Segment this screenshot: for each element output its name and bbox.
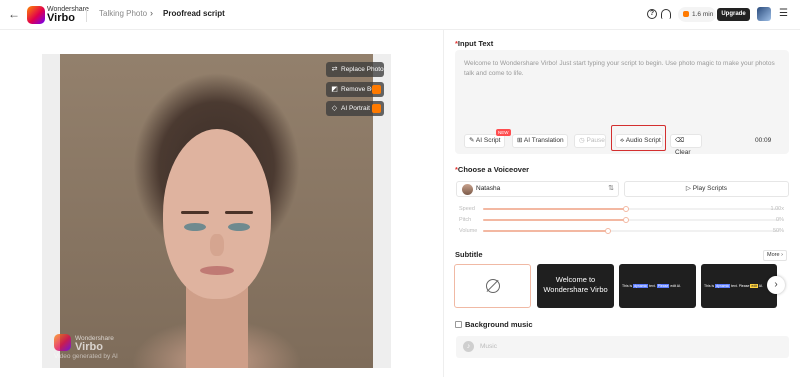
ai-script-icon: ✎	[469, 137, 476, 144]
music-note-icon: ♪	[463, 341, 474, 352]
music-placeholder: Music	[480, 343, 497, 350]
premium-badge-icon	[372, 104, 381, 113]
play-icon: ▷	[685, 185, 693, 192]
new-badge: NEW	[496, 129, 511, 136]
background-music-checkbox[interactable]	[455, 321, 462, 328]
subtitle-more-button[interactable]: More ›	[763, 250, 787, 261]
pause-button[interactable]: ◷ Pause	[574, 134, 606, 148]
photo-left-eye	[184, 223, 206, 231]
speed-slider-fill	[483, 208, 626, 210]
replace-icon: ⇄	[331, 66, 338, 73]
user-avatar[interactable]	[757, 7, 771, 21]
ai-portrait-icon: ◇	[331, 105, 338, 112]
script-duration: 00:09	[755, 137, 772, 144]
volume-slider[interactable]	[483, 228, 780, 234]
subtitle-style-welcome[interactable]: Welcome to Wondershare Virbo	[537, 264, 614, 308]
breadcrumb-current: Proofread script	[163, 9, 225, 18]
audio-script-highlight	[611, 125, 666, 151]
eraser-icon: ⌫	[675, 137, 685, 144]
volume-value: 50%	[772, 228, 784, 234]
top-bar: ← Wondershare Virbo Talking Photo › Proo…	[0, 0, 800, 30]
premium-badge-icon	[372, 85, 381, 94]
volume-slider-fill	[483, 230, 608, 232]
headset-icon[interactable]	[661, 9, 671, 19]
clear-button[interactable]: ⌫ Clear	[670, 134, 702, 156]
subtitle-style-welcome-text: Welcome to Wondershare Virbo	[543, 275, 608, 294]
photo-right-brow	[225, 211, 253, 214]
panel-divider	[443, 30, 444, 377]
header-divider	[86, 8, 87, 22]
music-selector[interactable]: ♪ Music	[456, 336, 789, 358]
speed-label: Speed	[459, 206, 475, 212]
logo-brand-name: Virbo	[47, 12, 75, 24]
help-circle-icon[interactable]: ?	[647, 9, 657, 19]
replace-photo-button[interactable]: ⇄ Replace Photo	[326, 62, 384, 77]
watermark-generated-text: Video generated by AI	[54, 353, 118, 360]
minutes-icon	[683, 11, 689, 18]
watermark-logo-icon	[54, 334, 71, 351]
volume-slider-handle[interactable]	[604, 228, 611, 234]
speed-slider-handle[interactable]	[622, 206, 629, 212]
remove-bg-icon: ◩	[331, 86, 338, 93]
volume-label: Volume	[459, 228, 478, 234]
upgrade-button[interactable]: Upgrade	[717, 8, 750, 21]
voice-selector[interactable]: Natasha ⇅	[456, 181, 619, 197]
remove-bg-button[interactable]: ◩ Remove BG	[326, 82, 384, 97]
background-music-label: Background music	[465, 320, 533, 329]
subtitle-title: Subtitle	[455, 250, 483, 259]
subtitle-style-dynamic-2[interactable]: This is dynamic text. Please edit AI.	[701, 264, 777, 308]
replace-photo-label: Replace Photo	[341, 66, 384, 73]
pitch-value: 0%	[776, 217, 784, 223]
breadcrumb-talking-photo[interactable]: Talking Photo	[99, 9, 147, 18]
pitch-label: Pitch	[459, 217, 472, 223]
script-text[interactable]: Welcome to Wondershare Virbo! Just start…	[464, 59, 782, 79]
subtitle-style-dynamic-1-text: This is dynamic text. Please edit AI.	[622, 284, 682, 288]
ai-portrait-button[interactable]: ◇ AI Portrait	[326, 101, 384, 116]
minutes-balance: 1.6 min	[678, 7, 716, 22]
swap-voice-icon[interactable]: ⇅	[608, 184, 614, 192]
photo-nose	[210, 234, 224, 256]
voice-name: Natasha	[476, 185, 501, 192]
pitch-slider-fill	[483, 219, 626, 221]
voice-avatar	[462, 184, 473, 195]
subtitle-next-arrow-icon[interactable]: ›	[767, 276, 785, 294]
virbo-logo-icon	[27, 6, 45, 24]
input-text-title: *Input Text	[455, 39, 494, 48]
play-scripts-button[interactable]: ▷ Play Scripts	[624, 181, 789, 197]
ai-script-button[interactable]: ✎ AI Script	[464, 134, 505, 148]
hamburger-menu-icon[interactable]: ☰	[779, 9, 788, 19]
photo-face	[163, 129, 271, 299]
subtitle-style-dynamic-1[interactable]: This is dynamic text. Please edit AI.	[619, 264, 696, 308]
translate-icon: ⊞	[517, 137, 524, 144]
pitch-slider[interactable]	[483, 217, 780, 223]
pitch-slider-handle[interactable]	[622, 217, 629, 223]
back-arrow-icon[interactable]: ←	[8, 8, 20, 20]
speed-value: 1.00x	[770, 206, 784, 212]
photo-mouth	[200, 266, 234, 275]
watermark-brand-name: Virbo	[75, 341, 103, 353]
speed-slider[interactable]	[483, 206, 780, 212]
photo-left-brow	[181, 211, 209, 214]
minutes-value: 1.6 min	[692, 11, 714, 18]
ai-translation-button[interactable]: ⊞ AI Translation	[512, 134, 568, 148]
subtitle-none-option[interactable]	[454, 264, 531, 308]
photo-right-eye	[228, 223, 250, 231]
ai-portrait-label: AI Portrait	[341, 105, 370, 112]
voiceover-title: *Choose a Voiceover	[455, 165, 530, 174]
breadcrumb-chevron-icon: ›	[150, 8, 153, 18]
subtitle-style-dynamic-2-text: This is dynamic text. Please edit AI.	[704, 284, 764, 288]
